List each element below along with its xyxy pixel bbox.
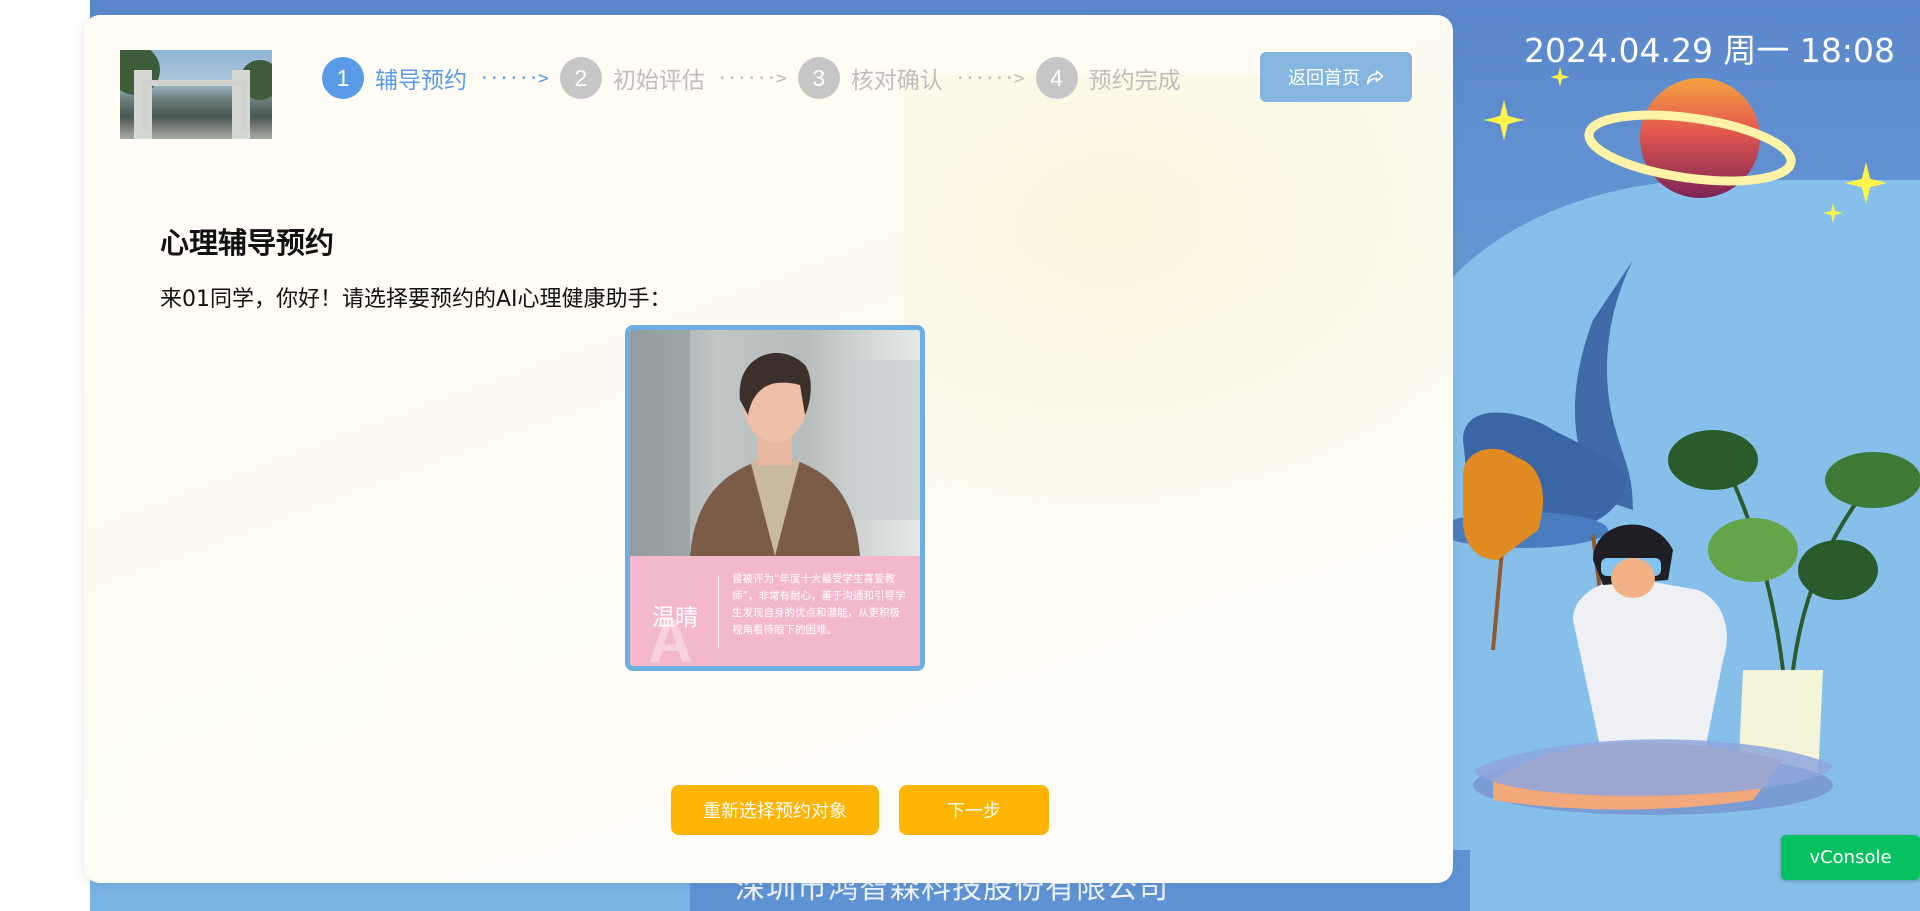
- greeting-text: 来01同学，你好！请选择要预约的AI心理健康助手：: [160, 287, 672, 312]
- reselect-target-button[interactable]: 重新选择预约对象: [671, 785, 879, 835]
- meditation-illustration: [1453, 260, 1920, 815]
- vconsole-button[interactable]: vConsole: [1781, 835, 1920, 880]
- step-number: 2: [559, 57, 602, 99]
- counselor-portrait: [630, 330, 920, 556]
- background-left-edge: [0, 0, 90, 911]
- counselor-card[interactable]: A 温晴 曾被评为“年度十大最受学生喜爱教师”，非常有耐心，善于沟通和引导学生发…: [625, 325, 925, 671]
- step-3: 3 核对确认: [797, 57, 943, 99]
- step-label: 预约完成: [1088, 68, 1181, 94]
- share-arrow-icon: [1366, 70, 1384, 85]
- counselor-info-panel: A 温晴 曾被评为“年度十大最受学生喜爱教师”，非常有耐心，善于沟通和引导学生发…: [630, 556, 920, 666]
- page-title: 心理辅导预约: [160, 226, 335, 260]
- counselor-description: 曾被评为“年度十大最受学生喜爱教师”，非常有耐心，善于沟通和引导学生发现自身的优…: [732, 573, 906, 636]
- step-arrow: ······>: [954, 67, 1025, 89]
- divider: [718, 576, 719, 648]
- step-4: 4 预约完成: [1035, 57, 1181, 99]
- step-label: 辅导预约: [375, 68, 467, 94]
- next-step-button[interactable]: 下一步: [899, 785, 1049, 835]
- step-label: 核对确认: [850, 68, 943, 94]
- school-logo-photo: [120, 50, 272, 139]
- step-1: 1 辅导预约: [322, 57, 467, 99]
- sparkle-icon: [1845, 162, 1887, 204]
- appointment-card: 1 辅导预约 ······> 2 初始评估 ······> 3 核对确认 ···…: [84, 15, 1453, 883]
- progress-steps: 1 辅导预约 ······> 2 初始评估 ······> 3 核对确认 ···…: [322, 57, 1181, 99]
- step-number: 3: [797, 57, 840, 99]
- step-number: 4: [1035, 57, 1078, 99]
- step-arrow: ······>: [479, 67, 549, 89]
- card-wave-decoration: [904, 75, 1453, 575]
- step-2: 2 初始评估: [559, 57, 705, 99]
- return-home-label: 返回首页: [1288, 68, 1360, 89]
- step-number: 1: [322, 57, 364, 99]
- step-arrow: ······>: [716, 67, 787, 89]
- sparkle-icon: [1484, 100, 1524, 140]
- return-home-button[interactable]: 返回首页: [1260, 52, 1412, 102]
- planet-illustration: [1584, 78, 1796, 198]
- datetime-display: 2024.04.29 周一 18:08: [1524, 31, 1896, 70]
- sparkle-icon: [1550, 67, 1570, 87]
- counselor-name: 温晴: [652, 605, 698, 631]
- step-label: 初始评估: [612, 68, 705, 94]
- sparkle-icon: [1823, 203, 1843, 223]
